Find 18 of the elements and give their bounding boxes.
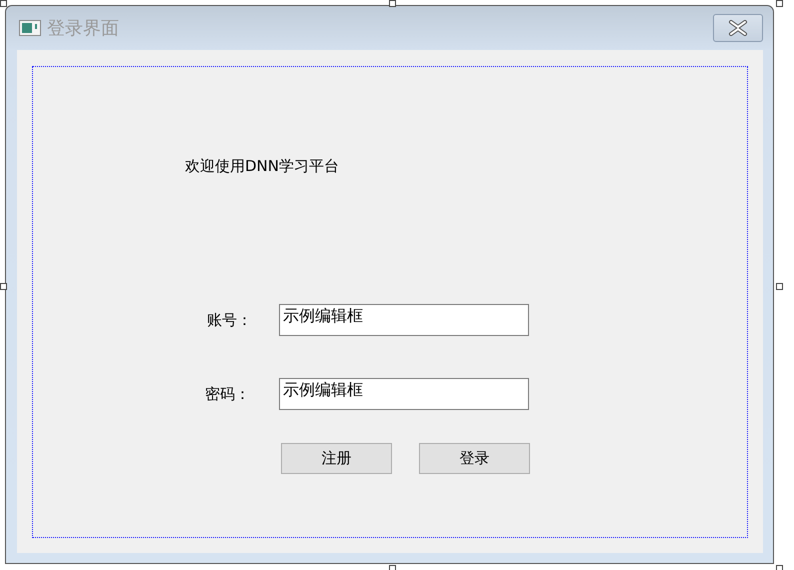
welcome-text: 欢迎使用DNN学习平台 [185, 157, 339, 176]
input-field[interactable]: 示例编辑框 [279, 378, 529, 410]
dialog-button[interactable]: 登录 [419, 443, 530, 474]
field-label: 账号： [207, 310, 253, 330]
field-label: 密码： [205, 384, 251, 404]
input-field[interactable]: 示例编辑框 [279, 304, 529, 336]
resize-handle[interactable] [389, 0, 396, 7]
resize-handle[interactable] [776, 283, 783, 290]
close-button[interactable] [713, 14, 763, 42]
dialog-button[interactable]: 注册 [281, 443, 392, 474]
resize-handle[interactable] [389, 565, 396, 570]
resize-handle[interactable] [0, 0, 7, 7]
close-icon [728, 20, 748, 36]
resize-handle[interactable] [776, 0, 783, 7]
resize-handle[interactable] [0, 283, 7, 290]
window-icon [19, 20, 41, 36]
resize-handle[interactable] [776, 565, 783, 570]
window-title: 登录界面 [47, 17, 120, 40]
